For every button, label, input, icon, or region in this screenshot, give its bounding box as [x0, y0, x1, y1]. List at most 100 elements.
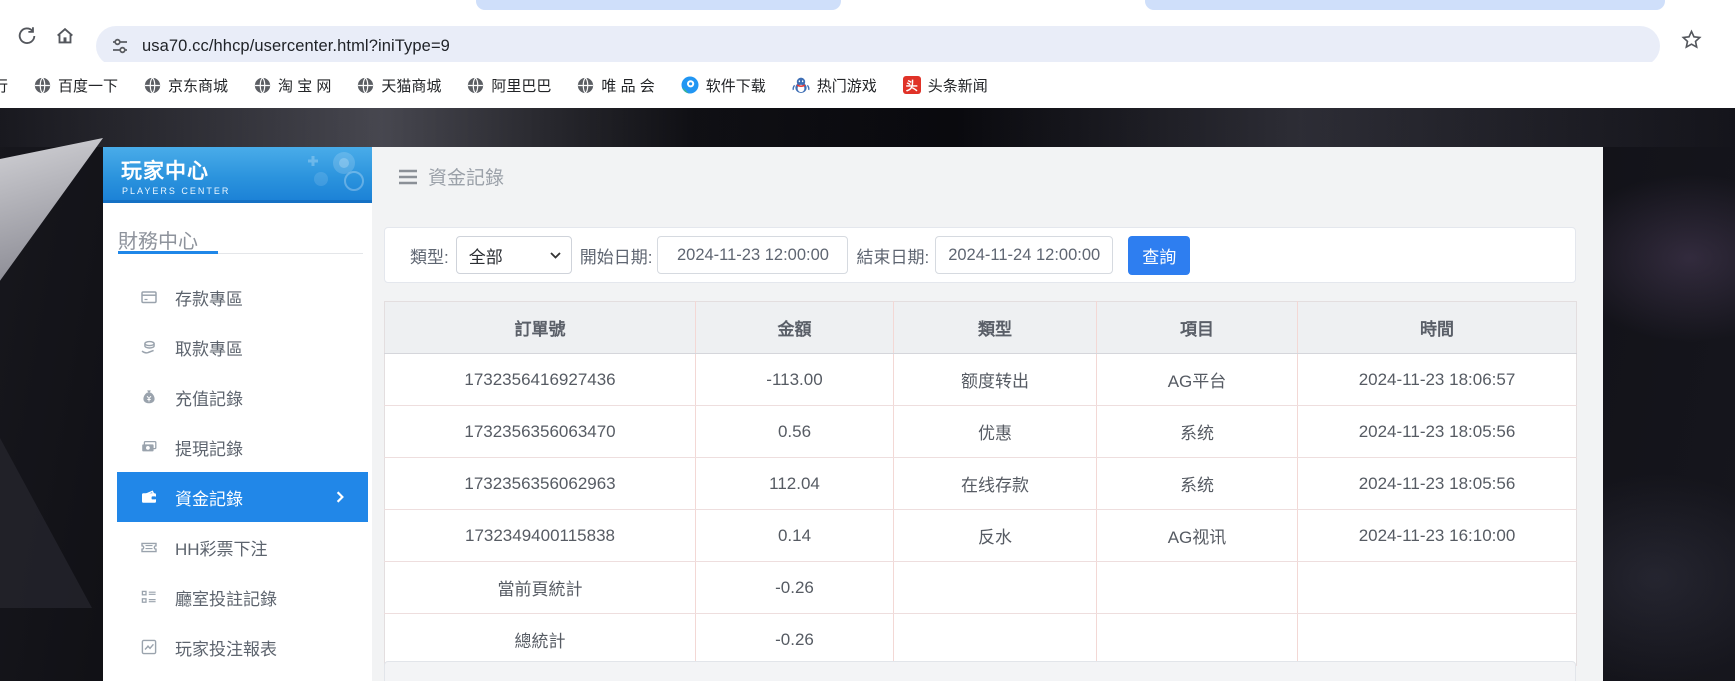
table-row: 17323494001158380.14反水AG视讯2024-11-23 16:…: [385, 510, 1577, 562]
table-cell: [894, 614, 1097, 666]
bookmark-label: 唯 品 会: [601, 75, 654, 96]
type-select-value: 全部: [469, 243, 503, 268]
sidebar-item-3[interactable]: 充值記錄: [103, 372, 372, 422]
column-header: 時間: [1298, 302, 1577, 354]
funds-table: 訂單號金額類型項目時間 1732356416927436-113.00额度转出A…: [384, 301, 1577, 666]
table-cell: 當前頁統計: [385, 562, 696, 614]
sidebar-item-label: 資金記錄: [175, 485, 243, 510]
chevron-down-icon: [550, 252, 561, 259]
table-row: 1732356356062963112.04在线存款系统2024-11-23 1…: [385, 458, 1577, 510]
background-shape: [0, 138, 103, 348]
globe-icon: [357, 77, 374, 94]
bookmark-label: 阿里巴巴: [491, 75, 551, 96]
sidebar-item-1[interactable]: 存款專區: [103, 272, 372, 322]
toutiao-glyph: 头: [903, 76, 921, 94]
table-cell: 2024-11-23 18:05:56: [1298, 458, 1577, 510]
bookmark-label: 热门游戏: [817, 75, 877, 96]
home-icon[interactable]: [50, 21, 80, 51]
globe-icon: [144, 77, 161, 94]
bookmark-partial[interactable]: 行: [0, 75, 8, 96]
toutiao-icon: 头: [903, 76, 921, 94]
pagination-box: [384, 661, 1576, 681]
wallet-icon: [140, 488, 158, 506]
table-cell: 0.56: [696, 406, 894, 458]
table-body: 1732356416927436-113.00额度转出AG平台2024-11-2…: [385, 354, 1577, 666]
tab-strip: [0, 0, 1735, 10]
sidebar-item-2[interactable]: 取款專區: [103, 322, 372, 372]
sidebar-item-label: 玩家投注報表: [175, 635, 277, 660]
table-row: 17323563560634700.56优惠系统2024-11-23 18:05…: [385, 406, 1577, 458]
bookmark-label: 天猫商城: [381, 75, 441, 96]
bookmark-item[interactable]: 天猫商城: [357, 75, 441, 96]
bookmark-item[interactable]: 京东商城: [144, 75, 228, 96]
bookmark-item[interactable]: 百度一下: [34, 75, 118, 96]
bookmark-star-icon[interactable]: [1676, 24, 1706, 54]
browser-tab[interactable]: [476, 0, 841, 10]
table-cell: 反水: [894, 510, 1097, 562]
filter-bar: 類型: 全部 開始日期: 結束日期: 查詢: [384, 227, 1576, 283]
bookmark-item[interactable]: 软件下载: [681, 75, 766, 96]
table-cell: 總統計: [385, 614, 696, 666]
search-button[interactable]: 查詢: [1128, 236, 1190, 275]
breadcrumb: 資金記錄: [398, 163, 504, 190]
bookmark-item[interactable]: 头头条新闻: [903, 75, 988, 96]
table-cell: [894, 562, 1097, 614]
table-cell: 系统: [1097, 406, 1298, 458]
bookmark-item[interactable]: 阿里巴巴: [467, 75, 551, 96]
main-content: 資金記錄 類型: 全部 開始日期: 結束日期: 查詢 訂單號金額類型項目時間 1…: [372, 147, 1603, 681]
column-header: 項目: [1097, 302, 1298, 354]
table-cell: 在线存款: [894, 458, 1097, 510]
sidebar-section-title: 財務中心: [118, 225, 372, 254]
url-text[interactable]: usa70.cc/hhcp/usercenter.html?iniType=9: [142, 37, 450, 56]
site-settings-icon[interactable]: [110, 36, 130, 56]
browser-toolbar: usa70.cc/hhcp/usercenter.html?iniType=9: [0, 10, 1735, 62]
table-cell: 额度转出: [894, 354, 1097, 406]
gamepad-icon: [294, 149, 366, 200]
table-cell: [1097, 614, 1298, 666]
qq-penguin-icon: [792, 76, 810, 94]
bookmark-item[interactable]: 淘 宝 网: [254, 75, 331, 96]
report-chart-icon: [140, 638, 158, 656]
column-header: 訂單號: [385, 302, 696, 354]
moneybag-icon: [140, 388, 158, 406]
hamburger-icon[interactable]: [398, 169, 418, 185]
sidebar-item-5[interactable]: 資金記錄: [117, 472, 368, 522]
table-cell: -0.26: [696, 614, 894, 666]
globe-icon: [467, 77, 484, 94]
withdraw-hand-icon: [140, 338, 158, 356]
table-cell: -113.00: [696, 354, 894, 406]
reload-icon[interactable]: [12, 21, 42, 51]
table-row: 當前頁統計-0.26: [385, 562, 1577, 614]
sidebar-item-6[interactable]: HH彩票下注: [103, 522, 372, 572]
bookmark-label: 京东商城: [168, 75, 228, 96]
table-row: 總統計-0.26: [385, 614, 1577, 666]
bookmarks-bar-items: 百度一下 京东商城 淘 宝 网 天猫商城 阿里巴巴 唯 品 会 软件下载 热门游戏 头头条新闻: [34, 75, 988, 96]
start-date-label: 開始日期:: [580, 243, 653, 268]
sidebar: 玩家中心 PLAYERS CENTER 財務中心 存款專區取款專區充值記錄提現記…: [103, 147, 372, 681]
browser-tab[interactable]: [1145, 0, 1665, 10]
bookmark-item[interactable]: 唯 品 会: [577, 75, 654, 96]
end-date-label: 結束日期:: [856, 243, 929, 268]
table-cell: 1732349400115838: [385, 510, 696, 562]
type-select[interactable]: 全部: [456, 236, 572, 274]
globe-icon: [34, 77, 51, 94]
column-header: 金額: [696, 302, 894, 354]
bookmark-item[interactable]: 热门游戏: [792, 75, 877, 96]
table-row: 1732356416927436-113.00额度转出AG平台2024-11-2…: [385, 354, 1577, 406]
type-label: 類型:: [410, 243, 449, 268]
sidebar-item-4[interactable]: 提現記錄: [103, 422, 372, 472]
bookmark-label: 百度一下: [58, 75, 118, 96]
table-cell: -0.26: [696, 562, 894, 614]
sidebar-item-7[interactable]: 廳室投註記錄: [103, 572, 372, 622]
list-icon: [140, 588, 158, 606]
end-date-input[interactable]: [935, 236, 1113, 274]
url-bar[interactable]: usa70.cc/hhcp/usercenter.html?iniType=9: [96, 26, 1660, 66]
table-cell: 2024-11-23 18:05:56: [1298, 406, 1577, 458]
sidebar-item-8[interactable]: 玩家投注報表: [103, 622, 372, 672]
chevron-right-icon: [334, 491, 346, 503]
table-cell: 0.14: [696, 510, 894, 562]
table-cell: [1298, 562, 1577, 614]
sidebar-item-label: 廳室投註記錄: [175, 585, 277, 610]
table-cell: 优惠: [894, 406, 1097, 458]
start-date-input[interactable]: [657, 236, 848, 274]
